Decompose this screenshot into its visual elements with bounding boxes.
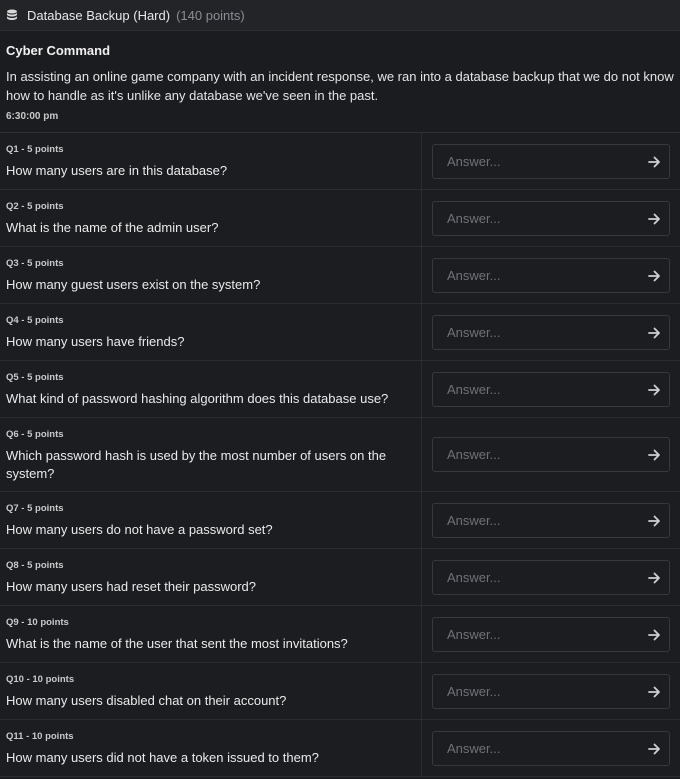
- arrow-right-icon[interactable]: [639, 618, 669, 651]
- arrow-right-icon[interactable]: [639, 438, 669, 471]
- answer-input[interactable]: [433, 381, 639, 398]
- answer-box: [432, 258, 670, 293]
- row-divider: [421, 606, 422, 662]
- arrow-right-icon[interactable]: [639, 675, 669, 708]
- answer-box: [432, 617, 670, 652]
- question-text: How many users had reset their password?: [6, 579, 257, 594]
- database-icon: [6, 8, 20, 22]
- question-points: Q8 - 5 points: [6, 560, 64, 571]
- question-text: How many users did not have a token issu…: [6, 750, 319, 765]
- challenge-points: (140 points): [176, 7, 245, 23]
- question-row: Q7 - 5 points How many users do not have …: [0, 492, 680, 549]
- row-divider: [421, 133, 422, 189]
- row-divider: [421, 720, 422, 776]
- row-divider: [421, 190, 422, 246]
- question-row: Q2 - 5 points What is the name of the adm…: [0, 190, 680, 247]
- arrow-right-icon[interactable]: [639, 316, 669, 349]
- question-text: Which password hash is used by the most …: [6, 448, 387, 481]
- question-row: Q11 - 10 points How many users did not ha…: [0, 720, 680, 777]
- answer-input[interactable]: [433, 446, 639, 463]
- question-points: Q6 - 5 points: [6, 429, 64, 440]
- arrow-right-icon[interactable]: [639, 259, 669, 292]
- question-points: Q2 - 5 points: [6, 201, 64, 212]
- question-text: How many users have friends?: [6, 334, 185, 349]
- question-text: What is the name of the user that sent t…: [6, 636, 348, 651]
- question-row: Q9 - 10 points What is the name of the us…: [0, 606, 680, 663]
- answer-input[interactable]: [433, 740, 639, 757]
- question-points: Q9 - 10 points: [6, 617, 69, 628]
- arrow-right-icon[interactable]: [639, 373, 669, 406]
- row-divider: [421, 361, 422, 417]
- question-row: Q5 - 5 points What kind of password hashi…: [0, 361, 680, 418]
- challenge-description: In assisting an online game company with…: [6, 69, 674, 103]
- question-text: How many users do not have a password se…: [6, 522, 273, 537]
- question-text: How many users are in this database?: [6, 163, 228, 178]
- question-text: What is the name of the admin user?: [6, 220, 219, 235]
- question-points: Q10 - 10 points: [6, 674, 75, 685]
- question-points: Q7 - 5 points: [6, 503, 64, 514]
- question-row: Q8 - 5 points How many users had reset th…: [0, 549, 680, 606]
- question-row: Q1 - 5 points How many users are in this …: [0, 133, 680, 190]
- challenge-time: 6:30:00 pm: [6, 111, 59, 122]
- answer-input[interactable]: [433, 267, 639, 284]
- question-row: Q3 - 5 points How many guest users exist …: [0, 247, 680, 304]
- question-list: Q1 - 5 points How many users are in this …: [0, 133, 680, 777]
- answer-box: [432, 437, 670, 472]
- challenge-intro: Cyber Command In assisting an online gam…: [0, 31, 680, 133]
- answer-box: [432, 315, 670, 350]
- answer-input[interactable]: [433, 512, 639, 529]
- answer-box: [432, 503, 670, 538]
- arrow-right-icon[interactable]: [639, 504, 669, 537]
- arrow-right-icon[interactable]: [639, 145, 669, 178]
- question-points: Q1 - 5 points: [6, 144, 64, 155]
- answer-input[interactable]: [433, 683, 639, 700]
- answer-box: [432, 372, 670, 407]
- challenge-title: Database Backup (Hard): [27, 7, 171, 23]
- question-text: How many users disabled chat on their ac…: [6, 693, 287, 708]
- question-row: Q6 - 5 points Which password hash is used…: [0, 418, 680, 492]
- row-divider: [421, 663, 422, 719]
- challenge-author: Cyber Command: [6, 43, 111, 58]
- answer-box: [432, 731, 670, 766]
- answer-input[interactable]: [433, 210, 639, 227]
- answer-input[interactable]: [433, 324, 639, 341]
- question-points: Q3 - 5 points: [6, 258, 64, 269]
- challenge-header: Database Backup (Hard) (140 points): [0, 0, 680, 31]
- question-points: Q4 - 5 points: [6, 315, 64, 326]
- question-points: Q5 - 5 points: [6, 372, 64, 383]
- arrow-right-icon[interactable]: [639, 561, 669, 594]
- answer-box: [432, 144, 670, 179]
- answer-input[interactable]: [433, 626, 639, 643]
- answer-input[interactable]: [433, 569, 639, 586]
- row-divider: [421, 492, 422, 548]
- row-divider: [421, 247, 422, 303]
- arrow-right-icon[interactable]: [639, 202, 669, 235]
- row-divider: [421, 304, 422, 360]
- question-row: Q4 - 5 points How many users have friends…: [0, 304, 680, 361]
- question-row: Q10 - 10 points How many users disabled c…: [0, 663, 680, 720]
- answer-box: [432, 560, 670, 595]
- row-divider: [421, 549, 422, 605]
- arrow-right-icon[interactable]: [639, 732, 669, 765]
- question-points: Q11 - 10 points: [6, 731, 74, 742]
- answer-box: [432, 674, 670, 709]
- answer-box: [432, 201, 670, 236]
- question-text: What kind of password hashing algorithm …: [6, 391, 389, 406]
- answer-input[interactable]: [433, 153, 639, 170]
- question-text: How many guest users exist on the system…: [6, 277, 261, 292]
- row-divider: [421, 418, 422, 491]
